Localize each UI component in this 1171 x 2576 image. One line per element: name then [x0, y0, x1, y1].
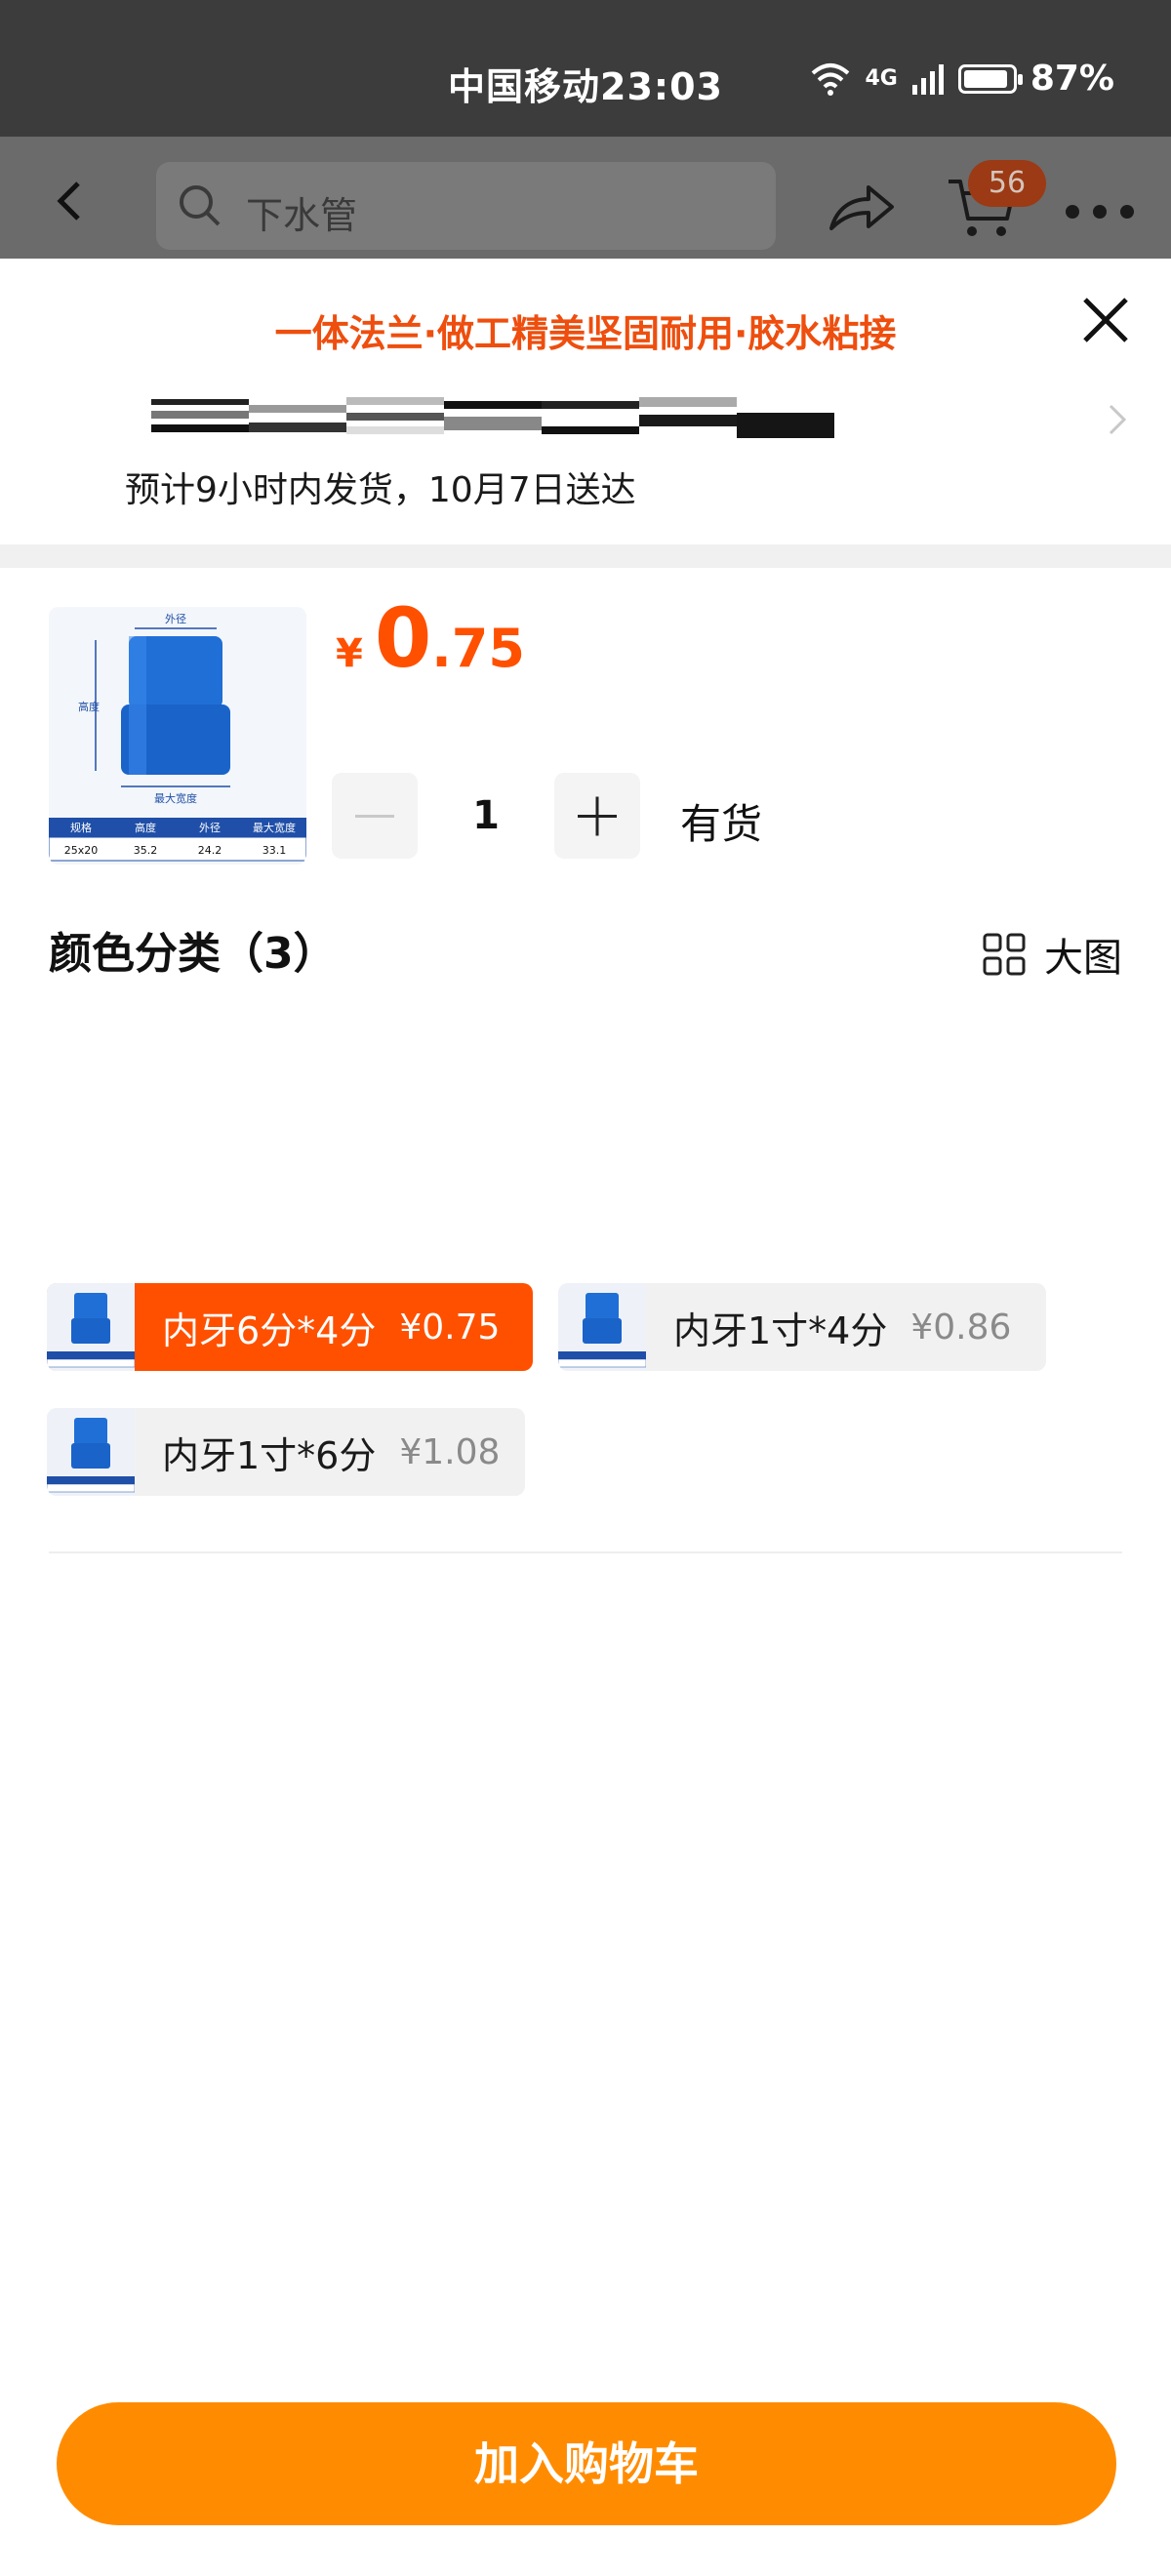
close-icon[interactable] [1079, 294, 1132, 346]
price-currency: ¥ [336, 631, 363, 676]
thumb-th-1: 高度 [135, 821, 156, 834]
product-price: ¥ 0 .75 [336, 590, 525, 686]
add-to-cart-button[interactable]: 加入购物车 [57, 2402, 1116, 2525]
thumb-label-height: 高度 [78, 700, 100, 713]
sku-sheet: 一体法兰·做工精美坚固耐用·胶水粘接 预计9小时内发货，10月7日送达 外径 高… [0, 259, 1171, 2576]
search-input[interactable]: 下水管 [156, 162, 776, 250]
price-decimal: .75 [431, 618, 525, 679]
sku-option-name: 内牙1寸*6分 [162, 1433, 377, 1477]
thumb-th-0: 规格 [70, 821, 92, 834]
quantity-value[interactable]: 1 [418, 793, 554, 838]
battery-percent: 87% [1030, 59, 1114, 99]
status-indicators: 4G 87% [810, 59, 1114, 99]
status-bar: 中国移动23:03 4G 87% [0, 0, 1171, 137]
search-text: 下水管 [246, 194, 358, 237]
thumb-td-1: 35.2 [134, 844, 158, 857]
grid-icon [983, 933, 1026, 976]
sku-option-price: ¥1.08 [399, 1431, 501, 1472]
sku-section-title: 颜色分类（3） [49, 929, 337, 979]
stock-status: 有货 [680, 800, 763, 848]
cart-count-badge: 56 [968, 160, 1046, 207]
sku-option-3[interactable]: 内牙1寸*6分 ¥1.08 [47, 1408, 525, 1496]
sku-option-thumb [558, 1283, 647, 1371]
top-nav: 下水管 56 [0, 137, 1171, 259]
price-integer: 0 [374, 590, 432, 686]
sku-option-price: ¥0.75 [399, 1307, 501, 1348]
sku-option-name: 内牙1寸*4分 [673, 1308, 888, 1352]
thumb-label-outer: 外径 [165, 613, 186, 625]
sku-option-price: ¥0.86 [910, 1307, 1012, 1348]
big-picture-label: 大图 [1044, 936, 1122, 981]
more-icon[interactable] [1066, 205, 1134, 219]
thumb-td-2: 24.2 [198, 844, 222, 857]
quantity-increase-button[interactable] [554, 773, 640, 859]
sku-option-2[interactable]: 内牙1寸*4分 ¥0.86 [558, 1283, 1046, 1371]
battery-icon [957, 63, 1023, 94]
delivery-estimate: 预计9小时内发货，10月7日送达 [125, 470, 636, 510]
share-icon[interactable] [828, 180, 896, 234]
address-redacted[interactable] [151, 397, 854, 442]
thumb-th-2: 外径 [199, 822, 221, 834]
promo-banner: 一体法兰·做工精美坚固耐用·胶水粘接 [274, 312, 897, 355]
thumb-td-0: 25x20 [64, 844, 99, 857]
section-divider [0, 544, 1171, 568]
back-icon[interactable] [51, 181, 90, 221]
signal-icon [911, 63, 944, 95]
thumb-td-3: 33.1 [262, 844, 287, 857]
sku-option-thumb [47, 1408, 136, 1496]
chevron-right-icon[interactable] [1105, 400, 1132, 439]
thumb-label-max-width: 最大宽度 [154, 791, 197, 805]
sku-option-1[interactable]: 内牙6分*4分 ¥0.75 [47, 1283, 533, 1371]
big-picture-toggle[interactable]: 大图 [982, 926, 1122, 983]
search-icon [180, 185, 221, 226]
product-image: 外径 高度 最大宽度 规格 高度 外径 最大宽度 25x20 35.2 24.2… [49, 607, 306, 865]
quantity-decrease-button[interactable] [332, 773, 418, 859]
product-thumbnail[interactable]: 外径 高度 最大宽度 规格 高度 外径 最大宽度 25x20 35.2 24.2… [49, 607, 306, 865]
sku-option-thumb [47, 1283, 136, 1371]
network-type: 4G [865, 66, 898, 91]
wifi-icon [812, 62, 850, 96]
section-separator [49, 1551, 1122, 1553]
sku-option-name: 内牙6分*4分 [162, 1308, 377, 1352]
thumb-th-3: 最大宽度 [253, 821, 296, 834]
